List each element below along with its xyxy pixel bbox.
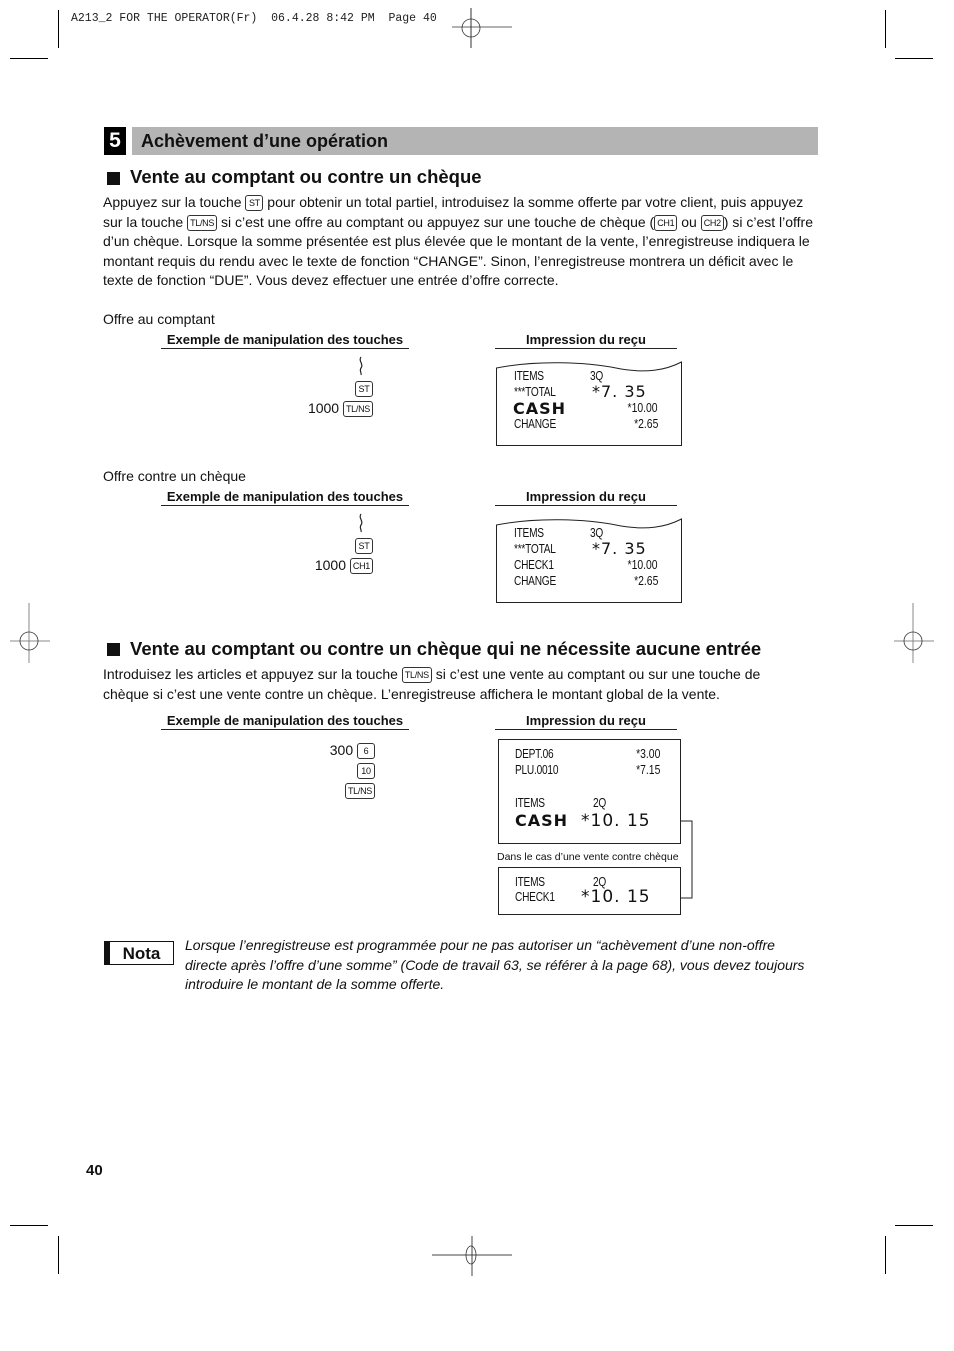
key-tlns-icon: TL/NS xyxy=(344,783,375,799)
subsection-paragraph: Appuyez sur la touche ST pour obtenir un… xyxy=(103,193,823,291)
print-slug: A213_2 FOR THE OPERATOR(Fr) 06.4.28 8:42… xyxy=(71,12,437,25)
keys-heading: Exemple de manipulation des touches xyxy=(161,332,409,349)
key-tlns-icon: TL/NS xyxy=(401,667,432,683)
crop-mark xyxy=(58,1236,59,1274)
page-number: 40 xyxy=(86,1162,103,1179)
receipt-label: CASH xyxy=(515,811,569,830)
crop-mark xyxy=(895,1225,933,1226)
subsection-title: Vente au comptant ou contre un chèque xyxy=(130,166,482,187)
key-sequence: ST 1000 CH1 xyxy=(250,535,373,575)
registration-mark-icon xyxy=(10,603,50,663)
entered-amount: 1000 xyxy=(307,400,343,416)
receipt-label: ITEMS xyxy=(514,368,544,383)
section-number: 5 xyxy=(104,127,126,155)
receipt-value: *2.65 xyxy=(633,573,658,588)
key-sequence-step: TL/NS xyxy=(250,780,375,800)
receipt-label: CHANGE xyxy=(514,416,556,431)
key-sequence-step: ST xyxy=(250,378,373,398)
paragraph-text: ou xyxy=(677,213,701,230)
paragraph-text: si c’est une offre au comptant ou appuye… xyxy=(217,213,655,230)
crop-mark xyxy=(10,1225,48,1226)
omission-squiggle-icon xyxy=(359,356,363,376)
receipt-value: *10.00 xyxy=(627,400,658,415)
receipt: ITEMS 3Q ***TOTAL *7. 35 CHECK1 *10.00 CHANGE *… xyxy=(496,517,682,603)
example-label: Offre contre un chèque xyxy=(103,468,246,484)
check-caption: Dans le cas d’une vente contre chèque xyxy=(497,851,679,863)
key-tlns-icon: TL/NS xyxy=(187,214,218,231)
receipt-value: *10. 15 xyxy=(581,811,651,831)
nota-text: Lorsque l’enregistreuse est programmée p… xyxy=(185,937,805,992)
key-sequence-step: 300 6 xyxy=(250,740,375,760)
bullet-square-icon xyxy=(107,172,120,185)
receipt-value: *10.00 xyxy=(627,557,658,572)
receipt-check: ITEMS 2Q CHECK1 *10. 15 xyxy=(498,867,681,915)
registration-mark-icon xyxy=(452,8,512,48)
bullet-square-icon xyxy=(107,643,120,656)
receipt-cash: DEPT.06 *3.00 PLU.0010 *7.15 ITEMS 2Q CASH *10.… xyxy=(498,739,681,844)
bracket-connector xyxy=(680,820,693,899)
receipt-value: *2.65 xyxy=(633,416,658,431)
receipt-label: CHECK1 xyxy=(514,557,554,572)
key-sequence-step: ST xyxy=(250,535,373,555)
registration-mark-icon xyxy=(432,1236,512,1276)
receipt-label: ***TOTAL xyxy=(514,541,556,556)
key-st-icon: ST xyxy=(245,195,264,211)
subsection-paragraph: Introduisez les articles et appuyez sur … xyxy=(103,665,793,704)
receipt-heading: Impression du reçu xyxy=(495,489,677,506)
keys-heading: Exemple de manipulation des touches xyxy=(161,713,409,730)
receipt-heading: Impression du reçu xyxy=(495,332,677,349)
entered-amount: 1000 xyxy=(314,557,350,573)
key-10-icon: 10 xyxy=(357,763,375,779)
receipt-label: DEPT.06 xyxy=(515,746,554,761)
receipt-value: *7.15 xyxy=(635,762,660,777)
receipt-label: ITEMS xyxy=(515,795,545,810)
crop-mark xyxy=(10,58,48,59)
receipt-label: CHECK1 xyxy=(515,889,555,904)
example-label: Offre au comptant xyxy=(103,311,215,327)
key-ch2-icon: CH2 xyxy=(700,214,724,231)
crop-mark xyxy=(58,10,59,48)
receipt-label: PLU.0010 xyxy=(515,762,559,777)
key-tlns-icon: TL/NS xyxy=(342,401,373,417)
receipt: ITEMS 3Q ***TOTAL *7. 35 CASH *10.00 CHANGE *2.… xyxy=(496,360,682,446)
receipt-value: *7. 35 xyxy=(592,539,647,558)
receipt-label: CHANGE xyxy=(514,573,556,588)
paragraph-text: Appuyez sur la touche xyxy=(103,194,246,210)
section-title: Achèvement d’une opération xyxy=(141,131,389,151)
omission-squiggle-icon xyxy=(359,513,363,533)
keys-heading: Exemple de manipulation des touches xyxy=(161,489,409,506)
key-6-icon: 6 xyxy=(357,743,375,759)
key-sequence-step: 1000 TL/NS xyxy=(250,398,373,418)
receipt-label: ***TOTAL xyxy=(514,384,556,399)
subsection-title: Vente au comptant ou contre un chèque qu… xyxy=(130,638,762,659)
receipt-label: ITEMS xyxy=(514,525,544,540)
key-ch1-icon: CH1 xyxy=(654,214,678,231)
nota-label: Nota xyxy=(104,941,174,965)
key-sequence: 300 6 10 TL/NS xyxy=(250,740,375,800)
receipt-qty: 2Q xyxy=(593,795,607,810)
receipt-value: *7. 35 xyxy=(592,382,647,401)
crop-mark xyxy=(895,58,933,59)
registration-mark-icon xyxy=(894,603,934,663)
receipt-label: ITEMS xyxy=(515,874,545,889)
key-st-icon: ST xyxy=(355,381,373,397)
crop-mark xyxy=(885,1236,886,1274)
entered-amount: 300 xyxy=(329,742,357,758)
paragraph-text: Introduisez les articles et appuyez sur … xyxy=(103,666,402,682)
receipt-heading: Impression du reçu xyxy=(495,713,677,730)
key-sequence: ST 1000 TL/NS xyxy=(250,378,373,418)
crop-mark xyxy=(885,10,886,48)
receipt-value: *3.00 xyxy=(635,746,660,761)
key-st-icon: ST xyxy=(355,538,373,554)
key-sequence-step: 1000 CH1 xyxy=(250,555,373,575)
key-ch1-icon: CH1 xyxy=(349,558,373,574)
key-sequence-step: 10 xyxy=(250,760,375,780)
receipt-qty: 3Q xyxy=(590,525,604,540)
receipt-qty: 3Q xyxy=(590,368,604,383)
receipt-value: *10. 15 xyxy=(581,887,651,907)
